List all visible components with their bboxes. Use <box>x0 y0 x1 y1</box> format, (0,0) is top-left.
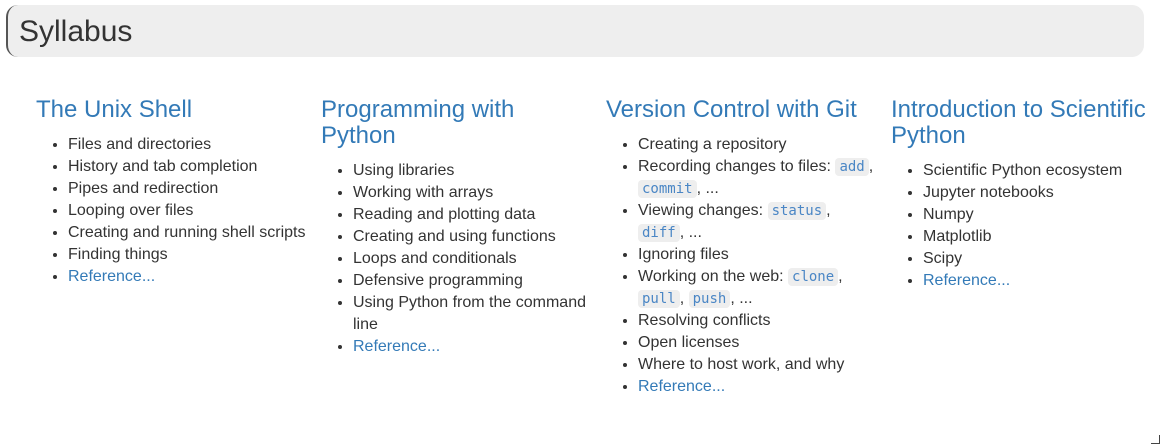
item-text: Working on the web: <box>638 268 789 285</box>
column-programming-python: Programming with Python Using libraries … <box>321 97 591 358</box>
resize-handle[interactable] <box>1151 435 1160 444</box>
list-item: Creating and using functions <box>353 226 591 248</box>
code-pull: pull <box>638 290 680 308</box>
topic-list: Using libraries Working with arrays Read… <box>321 160 591 358</box>
list-item: History and tab completion <box>68 156 306 178</box>
code-status: status <box>767 202 827 220</box>
list-item: Using libraries <box>353 160 591 182</box>
lesson-title-scientific-python[interactable]: Introduction to Scientific Python <box>891 97 1161 149</box>
item-text: Recording changes to files: <box>638 158 836 175</box>
list-item: Resolving conflicts <box>638 310 876 332</box>
page-title: Syllabus <box>19 15 133 48</box>
item-tail: , ... <box>696 180 719 197</box>
list-item: Matplotlib <box>923 226 1161 248</box>
list-item: Loops and conditionals <box>353 248 591 270</box>
code-clone: clone <box>788 268 839 286</box>
separator: , <box>826 202 831 219</box>
separator: , <box>679 290 689 307</box>
list-item: Viewing changes: status, diff, ... <box>638 200 876 244</box>
lesson-title-version-control-git[interactable]: Version Control with Git <box>606 97 876 123</box>
list-item: Numpy <box>923 204 1161 226</box>
lesson-title-unix-shell[interactable]: The Unix Shell <box>36 97 306 123</box>
list-item: Reading and plotting data <box>353 204 591 226</box>
lesson-title-programming-python[interactable]: Programming with Python <box>321 97 591 149</box>
list-item: Jupyter notebooks <box>923 182 1161 204</box>
item-tail: , ... <box>679 224 702 241</box>
code-push: push <box>688 290 731 308</box>
reference-link[interactable]: Reference... <box>923 272 1010 289</box>
list-item: Working on the web: clone, pull, push, .… <box>638 266 876 310</box>
list-item: Scientific Python ecosystem <box>923 160 1161 182</box>
topic-list: Files and directories History and tab co… <box>36 134 306 288</box>
code-add: add <box>835 158 869 176</box>
list-item: Using Python from the command line <box>353 292 591 336</box>
list-item: Finding things <box>68 244 306 266</box>
list-item: Defensive programming <box>353 270 591 292</box>
list-item: Looping over files <box>68 200 306 222</box>
column-scientific-python: Introduction to Scientific Python Scient… <box>891 97 1161 292</box>
list-item: Working with arrays <box>353 182 591 204</box>
list-item: Creating a repository <box>638 134 876 156</box>
reference-link[interactable]: Reference... <box>638 378 725 395</box>
reference-link[interactable]: Reference... <box>353 338 440 355</box>
list-item: Creating and running shell scripts <box>68 222 306 244</box>
list-item: Reference... <box>923 270 1161 292</box>
code-diff: diff <box>638 224 680 242</box>
item-tail: , ... <box>730 290 753 307</box>
list-item: Reference... <box>638 376 876 398</box>
list-item: Pipes and redirection <box>68 178 306 200</box>
syllabus-banner: Syllabus <box>6 5 1144 57</box>
list-item: Reference... <box>68 266 306 288</box>
list-item: Recording changes to files: add, commit,… <box>638 156 876 200</box>
list-item: Ignoring files <box>638 244 876 266</box>
list-item: Reference... <box>353 336 591 358</box>
item-text: Viewing changes: <box>638 202 768 219</box>
code-commit: commit <box>638 180 697 198</box>
column-version-control-git: Version Control with Git Creating a repo… <box>606 97 876 398</box>
list-item: Scipy <box>923 248 1161 270</box>
reference-link[interactable]: Reference... <box>68 268 155 285</box>
column-unix-shell: The Unix Shell Files and directories His… <box>36 97 306 288</box>
separator: , <box>868 158 874 175</box>
topic-list: Creating a repository Recording changes … <box>606 134 876 398</box>
list-item: Files and directories <box>68 134 306 156</box>
separator: , <box>838 268 843 285</box>
topic-list: Scientific Python ecosystem Jupyter note… <box>891 160 1161 292</box>
list-item: Where to host work, and why <box>638 354 876 376</box>
list-item: Open licenses <box>638 332 876 354</box>
